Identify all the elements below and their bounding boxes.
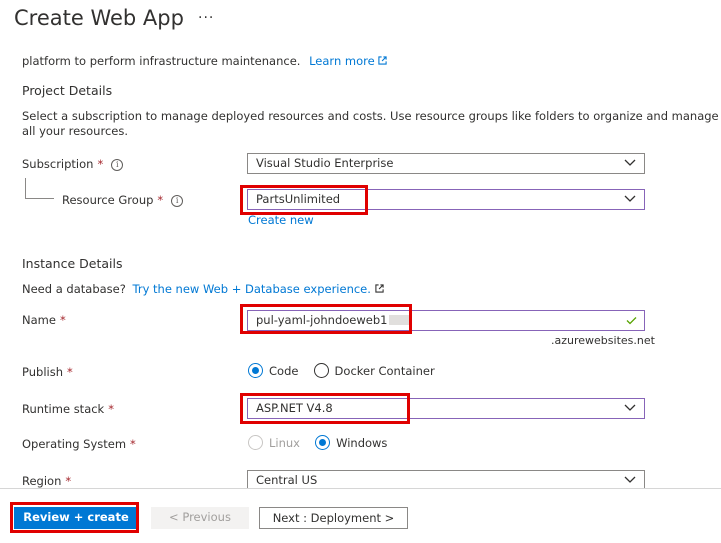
radio-selected-icon <box>248 363 263 378</box>
publish-radio-group: Code Docker Container <box>248 360 435 379</box>
operating-system-label: Operating System * <box>22 437 136 451</box>
instance-details-heading: Instance Details <box>22 256 123 271</box>
learn-more-label: Learn more <box>309 54 375 68</box>
region-label: Region * <box>22 474 71 488</box>
chevron-down-icon <box>624 159 636 166</box>
region-value: Central US <box>256 473 318 487</box>
intro-text: platform to perform infrastructure maint… <box>22 54 301 68</box>
chevron-down-icon <box>624 404 636 411</box>
resource-group-label: Resource Group * i <box>62 193 184 207</box>
os-radio-group: Linux Windows <box>248 432 387 451</box>
web-database-link-label: Try the new Web + Database experience. <box>132 282 371 296</box>
resource-group-label-text: Resource Group <box>62 193 154 207</box>
radio-selected-icon <box>315 435 331 450</box>
next-deployment-button[interactable]: Next : Deployment > <box>259 507 408 529</box>
subscription-label: Subscription * i <box>22 157 124 171</box>
chevron-down-icon <box>624 195 636 202</box>
subscription-label-text: Subscription <box>22 157 94 171</box>
required-marker: * <box>97 157 104 171</box>
highlight-box <box>10 502 139 533</box>
required-marker: * <box>130 437 136 451</box>
os-option-label: Linux <box>269 435 300 450</box>
highlight-box <box>240 185 368 215</box>
required-marker: * <box>67 365 73 379</box>
required-marker: * <box>108 402 114 416</box>
learn-more-link[interactable]: Learn more <box>309 54 387 68</box>
radio-disabled-icon <box>248 435 263 450</box>
os-option-label: Windows <box>336 435 388 450</box>
info-icon[interactable]: i <box>111 159 124 171</box>
runtime-label-text: Runtime stack <box>22 402 105 416</box>
publish-option-label: Code <box>269 363 299 378</box>
chevron-down-icon <box>624 476 636 483</box>
required-marker: * <box>65 474 72 488</box>
web-database-link[interactable]: Try the new Web + Database experience. <box>133 282 384 296</box>
previous-button[interactable]: < Previous <box>151 507 249 529</box>
highlight-box <box>240 304 412 334</box>
os-option-linux[interactable]: Linux <box>248 432 300 451</box>
project-description-line2: all your resources. <box>22 124 128 138</box>
os-option-windows[interactable]: Windows <box>315 432 387 451</box>
checkmark-icon <box>626 317 637 325</box>
subscription-dropdown[interactable]: Visual Studio Enterprise <box>247 153 645 174</box>
subscription-value: Visual Studio Enterprise <box>256 156 394 170</box>
publish-option-docker[interactable]: Docker Container <box>313 360 435 379</box>
radio-empty-icon <box>313 363 329 378</box>
name-suffix: .azurewebsites.net <box>551 334 655 347</box>
footer-bar: Review + create < Previous Next : Deploy… <box>0 488 721 543</box>
create-new-link[interactable]: Create new <box>248 213 314 227</box>
required-marker: * <box>59 313 66 327</box>
publish-option-code[interactable]: Code <box>248 360 298 379</box>
database-prompt: Need a database? <box>22 282 126 296</box>
project-details-heading: Project Details <box>22 83 113 98</box>
name-label: Name * <box>22 313 66 327</box>
project-description-line1: Select a subscription to manage deployed… <box>22 109 719 123</box>
page-title: Create Web App <box>14 6 184 30</box>
os-label-text: Operating System <box>22 437 127 451</box>
required-marker: * <box>157 193 164 207</box>
runtime-stack-label: Runtime stack * <box>22 402 114 416</box>
database-row: Need a database? Try the new Web + Datab… <box>22 282 384 296</box>
publish-label: Publish * <box>22 365 73 379</box>
external-link-icon <box>378 56 387 65</box>
highlight-box <box>240 393 410 424</box>
publish-label-text: Publish <box>22 365 63 379</box>
publish-option-label: Docker Container <box>334 363 435 378</box>
region-label-text: Region <box>22 474 62 488</box>
intro-text-row: platform to perform infrastructure maint… <box>22 54 387 68</box>
tree-connector <box>25 178 54 199</box>
name-label-text: Name <box>22 313 56 327</box>
external-link-icon <box>375 284 384 293</box>
more-options-button[interactable]: ··· <box>198 10 214 26</box>
info-icon[interactable]: i <box>171 195 184 207</box>
